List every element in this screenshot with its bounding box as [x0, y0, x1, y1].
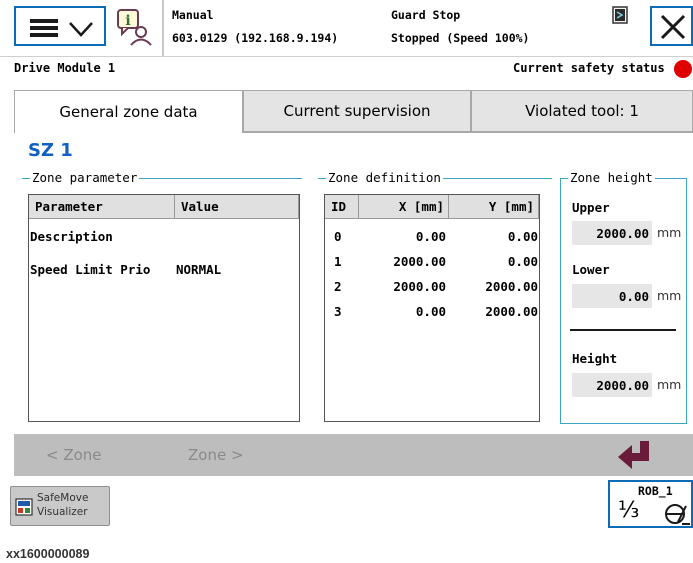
- figure-caption: xx1600000089: [6, 547, 90, 561]
- column-header-parameter: Parameter: [29, 195, 175, 219]
- zone-def-id: 2: [334, 279, 342, 294]
- svg-text:i: i: [125, 13, 130, 29]
- operating-mode: Manual: [172, 8, 214, 22]
- previous-zone-button[interactable]: < Zone: [46, 446, 102, 464]
- hamburger-icon-bar: [30, 26, 58, 30]
- robot-name: ROB_1: [638, 484, 673, 498]
- column-header-value: Value: [175, 195, 299, 219]
- safemove-label-line1: SafeMove: [37, 492, 89, 504]
- column-header-y: Y [mm]: [449, 195, 539, 219]
- height-separator: [570, 329, 676, 331]
- param-cell-description: Description: [30, 229, 113, 244]
- safety-status-indicator-icon: [674, 60, 692, 78]
- robot-quickset-button[interactable]: ROB_1 ⅓: [608, 480, 693, 528]
- zone-def-id: 1: [334, 254, 342, 269]
- zone-def-y: 2000.00: [485, 279, 538, 294]
- zone-def-x: 0.00: [415, 229, 446, 244]
- safemove-visualizer-icon: [15, 498, 33, 516]
- coordinate-system-icon: [665, 504, 690, 525]
- main-menu-button[interactable]: [14, 6, 106, 46]
- column-header-x: X [mm]: [359, 195, 449, 219]
- zone-def-y: 2000.00: [485, 304, 538, 319]
- zone-parameter-title: Zone parameter: [30, 170, 140, 185]
- controller-name: 603.0129 (192.168.9.194): [172, 31, 339, 45]
- zone-def-y: 0.00: [507, 254, 538, 269]
- zone-def-id: 0: [334, 229, 342, 244]
- safemove-label-line2: Visualizer: [37, 506, 88, 518]
- upper-label: Upper: [572, 200, 610, 215]
- column-header-id: ID: [325, 195, 359, 219]
- height-value: 2000.00: [572, 373, 652, 397]
- header-rule: [0, 56, 693, 57]
- zone-height-title: Zone height: [568, 170, 655, 185]
- drive-module-label: Drive Module 1: [14, 61, 116, 75]
- hamburger-icon-bar: [30, 33, 58, 37]
- next-zone-button[interactable]: Zone >: [188, 446, 244, 464]
- tab-violated-tool[interactable]: Violated tool: 1: [471, 90, 693, 132]
- upper-unit: mm: [657, 225, 682, 240]
- zone-definition-title: Zone definition: [326, 170, 443, 185]
- zone-navigation-bar: [14, 434, 693, 476]
- zone-def-id: 3: [334, 304, 342, 319]
- zone-def-x: 0.00: [415, 304, 446, 319]
- zone-def-x: 2000.00: [393, 279, 446, 294]
- close-button[interactable]: [650, 6, 693, 46]
- param-cell-speed-limit-value: NORMAL: [176, 262, 222, 277]
- param-cell-speed-limit-prio: Speed Limit Prio: [30, 262, 151, 277]
- upper-value: 2000.00: [572, 221, 652, 245]
- return-arrow-icon[interactable]: [618, 439, 654, 471]
- lower-unit: mm: [657, 288, 682, 303]
- hamburger-icon: [30, 19, 58, 23]
- tab-current-supervision[interactable]: Current supervision: [243, 90, 471, 132]
- header-divider: [162, 0, 164, 56]
- height-unit: mm: [657, 377, 682, 392]
- zone-title: SZ 1: [28, 140, 73, 161]
- zone-def-x: 2000.00: [393, 254, 446, 269]
- event-log-icon[interactable]: i: [116, 8, 152, 46]
- safemove-visualizer-button[interactable]: SafeMove Visualizer: [10, 486, 110, 526]
- zone-def-y: 0.00: [507, 229, 538, 244]
- guard-status: Guard Stop: [391, 8, 461, 22]
- run-state: Stopped (Speed 100%): [391, 31, 530, 45]
- lower-label: Lower: [572, 262, 610, 277]
- height-label: Height: [572, 351, 618, 366]
- close-icon: [660, 14, 686, 40]
- chevron-down-icon: [69, 22, 93, 37]
- tab-general-zone-data[interactable]: General zone data: [14, 90, 243, 133]
- safety-status-label: Current safety status: [513, 61, 665, 75]
- increment-fraction: ⅓: [618, 498, 640, 523]
- lower-value: 0.00: [572, 284, 652, 308]
- quickset-icon[interactable]: [612, 6, 628, 24]
